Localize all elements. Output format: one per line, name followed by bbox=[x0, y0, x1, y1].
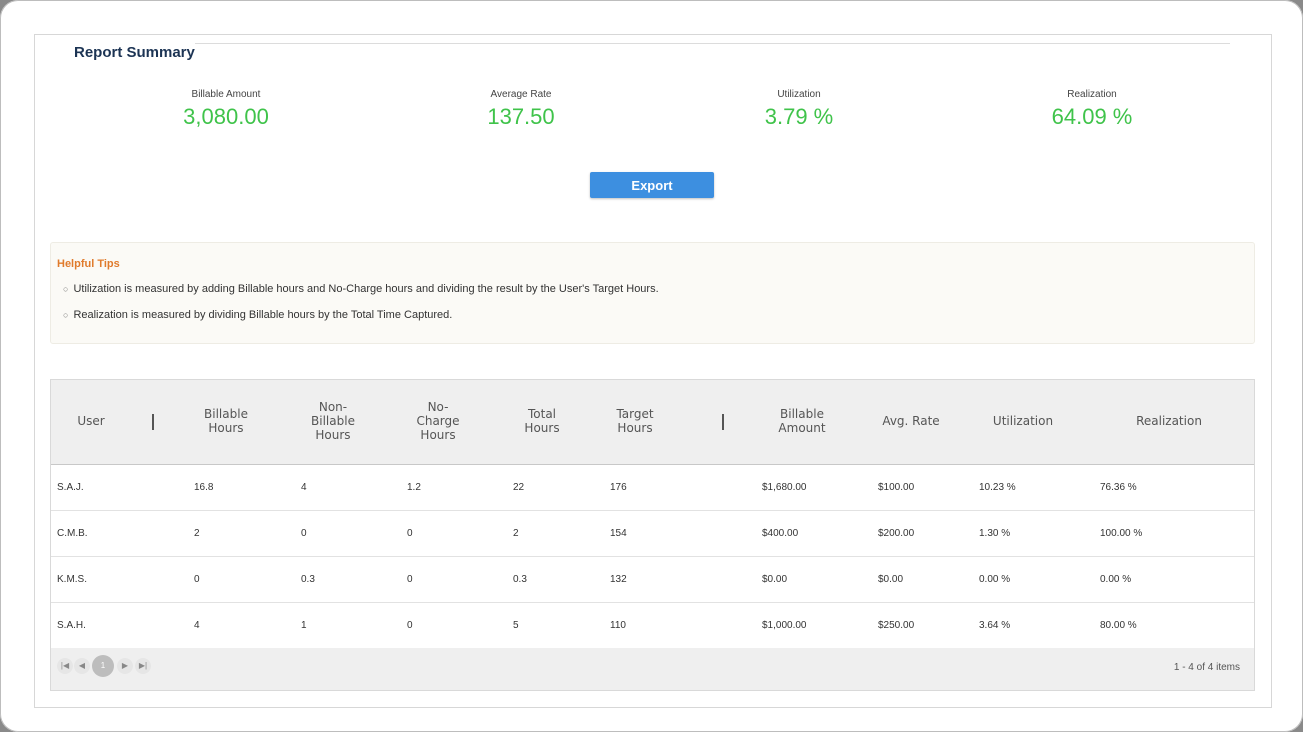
cell-user: C.M.B. bbox=[57, 528, 88, 539]
cell-utilization: 0.00 % bbox=[979, 574, 1011, 585]
column-header-billable-hours[interactable]: Billable Hours bbox=[176, 380, 276, 464]
circle-bullet-icon: ○ bbox=[63, 284, 69, 294]
first-page-icon[interactable]: |◀ bbox=[57, 658, 73, 674]
cell-billable-amount: $400.00 bbox=[762, 528, 799, 539]
cell-realization: 100.00 % bbox=[1100, 528, 1143, 539]
last-page-icon[interactable]: ▶| bbox=[135, 658, 151, 674]
cell-non-billable-hours: 4 bbox=[301, 482, 307, 493]
cell-billable-hours: 4 bbox=[194, 620, 200, 631]
metric-value: 3.79 % bbox=[764, 104, 834, 129]
pager-info: 1 - 4 of 4 items bbox=[1173, 662, 1240, 673]
metric-value: 137.50 bbox=[487, 104, 555, 129]
table-row[interactable]: K.M.S. 0 0.3 0 0.3 132 $0.00 $0.00 0.00 … bbox=[51, 557, 1254, 603]
column-header-realization[interactable]: Realization bbox=[1109, 380, 1229, 464]
column-header-user[interactable]: User bbox=[51, 380, 131, 464]
window-frame: Report Summary Billable Amount 3,080.00 … bbox=[0, 0, 1303, 732]
cell-utilization: 10.23 % bbox=[979, 482, 1016, 493]
metric-label: Average Rate bbox=[490, 89, 552, 100]
tip-item: ○ Utilization is measured by adding Billa… bbox=[63, 283, 659, 295]
cell-non-billable-hours: 0.3 bbox=[301, 574, 315, 585]
cell-realization: 80.00 % bbox=[1100, 620, 1137, 631]
cell-utilization: 3.64 % bbox=[979, 620, 1011, 631]
cell-total-hours: 2 bbox=[513, 528, 519, 539]
cell-target-hours: 154 bbox=[610, 528, 627, 539]
metric-label: Realization bbox=[1067, 89, 1117, 100]
metric-value: 64.09 % bbox=[1051, 104, 1133, 129]
table-header: User Billable Hours Non- Billable Hours … bbox=[51, 380, 1254, 465]
column-header-billable-amount[interactable]: Billable Amount bbox=[747, 380, 857, 464]
cell-billable-hours: 2 bbox=[194, 528, 200, 539]
report-table: User Billable Hours Non- Billable Hours … bbox=[50, 379, 1255, 691]
cell-realization: 76.36 % bbox=[1100, 482, 1137, 493]
column-header-utilization[interactable]: Utilization bbox=[973, 380, 1073, 464]
cell-total-hours: 0.3 bbox=[513, 574, 527, 585]
cell-user: S.A.J. bbox=[57, 482, 84, 493]
cell-billable-hours: 16.8 bbox=[194, 482, 214, 493]
cell-no-charge-hours: 0 bbox=[407, 528, 413, 539]
cell-realization: 0.00 % bbox=[1100, 574, 1132, 585]
summary-divider bbox=[195, 43, 1230, 44]
cell-no-charge-hours: 0 bbox=[407, 574, 413, 585]
tip-text: Utilization is measured by adding Billab… bbox=[73, 283, 659, 295]
column-header-target-hours[interactable]: Target Hours bbox=[585, 380, 685, 464]
cell-user: S.A.H. bbox=[57, 620, 86, 631]
table-row[interactable]: S.A.J. 16.8 4 1.2 22 176 $1,680.00 $100.… bbox=[51, 465, 1254, 511]
cell-total-hours: 22 bbox=[513, 482, 525, 493]
helpful-tips-panel: Helpful Tips ○ Utilization is measured by… bbox=[50, 242, 1255, 344]
cell-avg-rate: $200.00 bbox=[878, 528, 915, 539]
column-resize-handle[interactable] bbox=[152, 414, 154, 430]
cell-user: K.M.S. bbox=[57, 574, 88, 585]
cell-avg-rate: $100.00 bbox=[878, 482, 915, 493]
column-header-avg-rate[interactable]: Avg. Rate bbox=[861, 380, 961, 464]
cell-avg-rate: $0.00 bbox=[878, 574, 904, 585]
metric-label: Billable Amount bbox=[191, 89, 261, 100]
helpful-tips-title: Helpful Tips bbox=[57, 258, 120, 270]
circle-bullet-icon: ○ bbox=[63, 310, 69, 320]
column-header-total-hours[interactable]: Total Hours bbox=[492, 380, 592, 464]
table-pager: |◀ ◀ 1 ▶ ▶| 1 - 4 of 4 items bbox=[51, 648, 1254, 690]
cell-no-charge-hours: 1.2 bbox=[407, 482, 421, 493]
tip-item: ○ Realization is measured by dividing Bil… bbox=[63, 309, 452, 321]
cell-utilization: 1.30 % bbox=[979, 528, 1011, 539]
cell-no-charge-hours: 0 bbox=[407, 620, 413, 631]
table-row[interactable]: C.M.B. 2 0 0 2 154 $400.00 $200.00 1.30 … bbox=[51, 511, 1254, 557]
metric-billable-amount: Billable Amount 3,080.00 bbox=[106, 89, 346, 130]
column-header-no-charge-hours[interactable]: No- Charge Hours bbox=[388, 380, 488, 464]
cell-billable-amount: $1,680.00 bbox=[762, 482, 807, 493]
cell-target-hours: 110 bbox=[610, 620, 626, 631]
cell-non-billable-hours: 1 bbox=[301, 620, 307, 631]
metric-utilization: Utilization 3.79 % bbox=[679, 89, 919, 130]
report-summary-title: Report Summary bbox=[74, 44, 195, 61]
export-button[interactable]: Export bbox=[590, 172, 714, 198]
metric-value: 3,080.00 bbox=[183, 104, 269, 129]
metric-average-rate: Average Rate 137.50 bbox=[401, 89, 641, 130]
cell-target-hours: 132 bbox=[610, 574, 627, 585]
column-header-non-billable-hours[interactable]: Non- Billable Hours bbox=[283, 380, 383, 464]
report-card: Report Summary Billable Amount 3,080.00 … bbox=[34, 34, 1272, 708]
cell-total-hours: 5 bbox=[513, 620, 519, 631]
table-row[interactable]: S.A.H. 4 1 0 5 110 $1,000.00 $250.00 3.6… bbox=[51, 603, 1254, 649]
cell-avg-rate: $250.00 bbox=[878, 620, 915, 631]
tip-text: Realization is measured by dividing Bill… bbox=[73, 309, 453, 321]
current-page-button[interactable]: 1 bbox=[92, 655, 114, 677]
cell-billable-amount: $1,000.00 bbox=[762, 620, 807, 631]
metric-label: Utilization bbox=[777, 89, 821, 100]
metric-realization: Realization 64.09 % bbox=[972, 89, 1212, 130]
cell-non-billable-hours: 0 bbox=[301, 528, 307, 539]
next-page-icon[interactable]: ▶ bbox=[117, 658, 133, 674]
cell-target-hours: 176 bbox=[610, 482, 627, 493]
cell-billable-amount: $0.00 bbox=[762, 574, 788, 585]
prev-page-icon[interactable]: ◀ bbox=[74, 658, 90, 674]
column-resize-handle[interactable] bbox=[722, 414, 724, 430]
cell-billable-hours: 0 bbox=[194, 574, 200, 585]
